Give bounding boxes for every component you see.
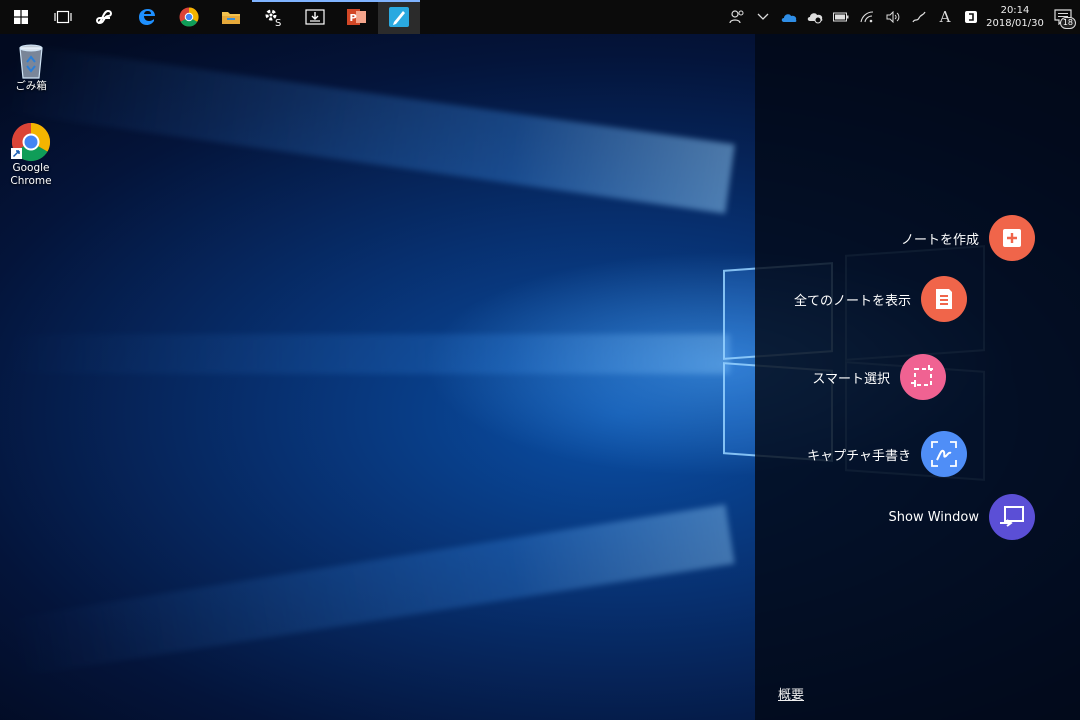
ime-mode-button[interactable]: A xyxy=(932,0,958,34)
wifi-icon xyxy=(860,11,874,23)
battery-icon xyxy=(833,12,849,22)
create-note-label: ノートを作成 xyxy=(900,232,979,248)
edge-icon xyxy=(139,9,155,25)
create-note-action[interactable]: ノートを作成 xyxy=(901,215,1035,261)
taskbar-app-settings[interactable]: S xyxy=(252,0,294,34)
capture-handwriting-label: キャプチャ手書き xyxy=(807,448,911,464)
all-notes-label: 全てのノートを表示 xyxy=(793,293,911,309)
battery-button[interactable] xyxy=(828,0,854,34)
ime-mode-label: A xyxy=(939,8,951,26)
wallpaper-beam xyxy=(4,504,735,678)
chrome-icon xyxy=(179,7,199,27)
taskbar-app-edge[interactable] xyxy=(126,0,168,34)
smart-select-button[interactable] xyxy=(900,354,946,400)
capture-handwriting-icon xyxy=(931,441,957,467)
taskbar-app-download[interactable] xyxy=(294,0,336,34)
chrome-label-line1: Google xyxy=(12,162,50,174)
pen-workspace-icon xyxy=(912,11,926,23)
show-window-button[interactable] xyxy=(989,494,1035,540)
tray-app-button[interactable] xyxy=(958,0,984,34)
onedrive-cloud-icon xyxy=(781,14,797,22)
volume-button[interactable] xyxy=(880,0,906,34)
taskbar-app-f[interactable] xyxy=(84,0,126,34)
cloud-sync-button[interactable] xyxy=(802,0,828,34)
wallpaper-beam xyxy=(2,42,735,214)
show-window-action[interactable]: Show Window xyxy=(889,494,1035,540)
start-button[interactable] xyxy=(0,0,42,34)
capture-handwriting-action[interactable]: キャプチャ手書き xyxy=(807,431,967,477)
create-note-button[interactable] xyxy=(989,215,1035,261)
all-notes-action[interactable]: 全てのノートを表示 xyxy=(794,276,967,322)
task-view-icon xyxy=(54,10,72,24)
all-notes-button[interactable] xyxy=(921,276,967,322)
people-button[interactable] xyxy=(724,0,750,34)
action-center-button[interactable]: 18 xyxy=(1046,0,1080,34)
system-tray: A 20:14 2018/01/30 18 xyxy=(724,0,1080,34)
smart-select-icon xyxy=(911,365,933,387)
all-notes-icon xyxy=(936,289,952,309)
file-explorer-icon xyxy=(222,12,240,24)
taskbar-app-file-explorer[interactable] xyxy=(210,0,252,34)
settings-app-icon: S xyxy=(265,9,281,27)
chrome-icon xyxy=(11,122,51,162)
svg-text:P: P xyxy=(350,13,357,24)
show-window-icon xyxy=(1000,506,1024,527)
notification-count-badge: 18 xyxy=(1059,17,1076,29)
about-link[interactable]: 概要 xyxy=(778,684,804,703)
download-box-icon xyxy=(305,9,325,25)
tray-app-icon xyxy=(965,11,977,23)
chrome-shortcut[interactable]: Google Chrome xyxy=(0,122,62,188)
wifi-button[interactable] xyxy=(854,0,880,34)
cloud-sync-icon xyxy=(807,13,823,24)
pen-workspace-button[interactable] xyxy=(906,0,932,34)
pen-note-app-icon xyxy=(389,7,409,27)
chrome-label-line2: Chrome xyxy=(10,175,52,187)
onedrive-button[interactable] xyxy=(776,0,802,34)
taskbar-app-pen-note[interactable] xyxy=(378,0,420,34)
start-windows-icon xyxy=(14,10,28,24)
recycle-bin-shortcut[interactable]: ごみ箱 xyxy=(0,40,62,93)
taskbar-app-chrome[interactable] xyxy=(168,0,210,34)
volume-icon xyxy=(886,11,900,23)
taskbar-app-powerpoint[interactable]: P xyxy=(336,0,378,34)
create-note-icon xyxy=(1003,229,1021,247)
capture-handwriting-button[interactable] xyxy=(921,431,967,477)
smart-select-action[interactable]: スマート選択 xyxy=(812,354,946,400)
chevron-up-icon xyxy=(757,13,769,20)
wallpaper-beam xyxy=(0,334,730,374)
show-window-label: Show Window xyxy=(888,509,979,525)
clock-time: 20:14 xyxy=(1000,5,1030,16)
clock[interactable]: 20:14 2018/01/30 xyxy=(984,4,1046,30)
powerpoint-icon: P xyxy=(347,9,366,25)
clock-date: 2018/01/30 xyxy=(986,18,1044,29)
f-app-icon xyxy=(96,9,112,25)
show-hidden-icons-button[interactable] xyxy=(750,0,776,34)
recycle-bin-label: ごみ箱 xyxy=(15,80,47,92)
task-view-button[interactable] xyxy=(42,0,84,34)
smart-select-label: スマート選択 xyxy=(812,371,890,387)
recycle-bin-icon xyxy=(19,44,43,79)
people-icon xyxy=(729,10,744,24)
svg-text:S: S xyxy=(275,18,281,27)
taskbar: S P A 20:14 2018/01/30 18 xyxy=(0,0,1080,34)
